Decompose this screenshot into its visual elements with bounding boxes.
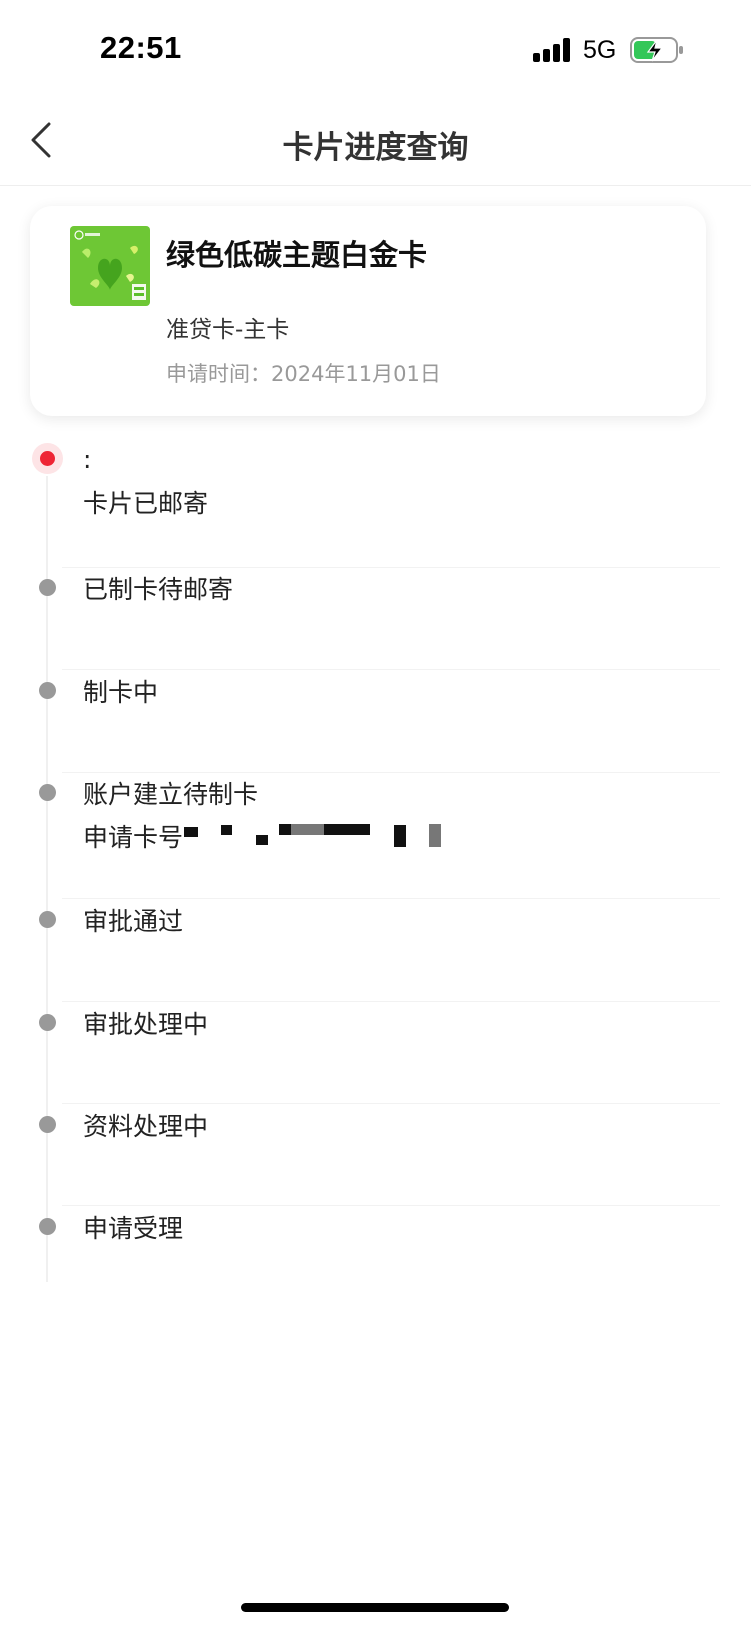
timeline-line: [46, 476, 48, 1282]
step-status: 审批处理中: [83, 1010, 209, 1039]
step-dot-icon: [39, 1218, 56, 1235]
status-time: 22:51: [100, 30, 182, 65]
step-status: 卡片已邮寄: [83, 489, 209, 518]
step-status: 制卡中: [83, 678, 159, 707]
home-indicator[interactable]: [241, 1603, 509, 1612]
step-status: 已制卡待邮寄: [83, 575, 234, 604]
step-status: 申请受理: [83, 1214, 184, 1243]
step-dot-icon: [39, 911, 56, 928]
step-dot-icon: [39, 1014, 56, 1031]
step-time: :: [83, 445, 92, 474]
step-divider: [62, 567, 720, 568]
card-type: 准贷卡-主卡: [166, 317, 290, 343]
nav-bar: 卡片进度查询: [0, 100, 751, 186]
step-divider: [62, 1205, 720, 1206]
status-bar: 22:51 5G: [0, 0, 751, 100]
card-info-panel: 绿色低碳主题白金卡 准贷卡-主卡 申请时间：2024年11月01日: [30, 206, 706, 416]
step-dot-icon: [39, 784, 56, 801]
step-dot-icon: [39, 1116, 56, 1133]
signal-icon: [533, 38, 573, 62]
step-dot-icon: [39, 682, 56, 699]
step-detail: 申请卡号: [83, 823, 184, 852]
step-divider: [62, 669, 720, 670]
step-status: 账户建立待制卡: [83, 780, 259, 809]
step-divider: [62, 772, 720, 773]
page-title: 卡片进度查询: [282, 130, 469, 166]
battery-charging-icon: [630, 37, 683, 63]
step-divider: [62, 1103, 720, 1104]
credit-card-thumbnail: [70, 226, 150, 306]
step-dot-icon: [39, 579, 56, 596]
network-type: 5G: [583, 36, 617, 64]
apply-time: 申请时间：2024年11月01日: [166, 362, 441, 386]
step-status: 审批通过: [83, 907, 184, 936]
active-step-dot-icon: [32, 443, 63, 474]
card-name: 绿色低碳主题白金卡: [166, 238, 428, 272]
step-divider: [62, 898, 720, 899]
step-status: 资料处理中: [83, 1112, 209, 1141]
step-divider: [62, 1001, 720, 1002]
